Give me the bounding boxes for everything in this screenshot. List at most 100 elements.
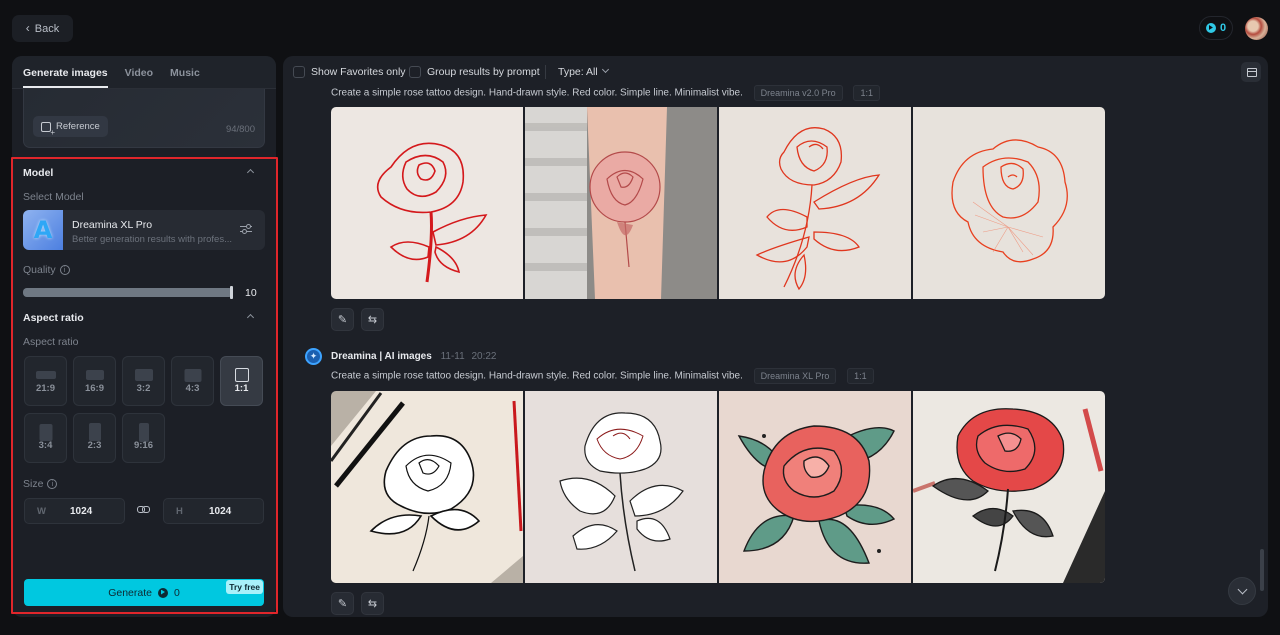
tab-music[interactable]: Music (170, 67, 200, 88)
chevron-down-icon (601, 65, 609, 74)
mode-tabs: Generate images Video Music (12, 56, 276, 89)
model-selector[interactable]: A Dreamina XL Pro Better generation resu… (23, 210, 265, 250)
generated-image[interactable] (719, 107, 911, 299)
credits-badge[interactable]: 0 (1199, 16, 1233, 40)
generation-date: 11-11 (440, 351, 465, 362)
quality-label: Quality (23, 264, 56, 276)
height-tag: H (176, 506, 183, 517)
generated-image[interactable] (719, 391, 911, 583)
tab-video[interactable]: Video (125, 67, 153, 88)
favorites-label[interactable]: Show Favorites only (311, 66, 406, 78)
aspect-ratio-label: 9:16 (133, 440, 153, 451)
aspect-ratio-option[interactable]: 9:16 (122, 413, 165, 463)
generated-image[interactable] (525, 391, 717, 583)
edit-prompt-button[interactable]: ✎ (331, 308, 354, 331)
aspect-ratio-label: 16:9 (84, 383, 104, 394)
quality-slider-fill (23, 288, 233, 297)
width-tag: W (37, 506, 46, 517)
back-button[interactable]: ‹ Back (12, 15, 73, 42)
folder-icon[interactable] (1241, 62, 1261, 82)
select-model-label: Select Model (23, 191, 84, 203)
aspect-shape-icon (138, 422, 149, 442)
aspect-ratio-label: 4:3 (185, 383, 200, 394)
width-input[interactable]: W 1024 (24, 498, 125, 524)
chevron-left-icon: ‹ (25, 20, 30, 35)
results-panel: Show Favorites only Group results by pro… (283, 56, 1268, 617)
scrollbar[interactable] (1260, 549, 1264, 591)
size-label-row: Size i (23, 478, 58, 490)
regenerate-button[interactable]: ⇆ (361, 592, 384, 615)
generated-image[interactable] (913, 107, 1105, 299)
generation-header: Dreamina | AI images 11-11 20:22 (331, 351, 497, 362)
aspect-shape-icon (35, 371, 56, 379)
aspect-ratio-label: 1:1 (234, 383, 249, 394)
model-name: Dreamina XL Pro (72, 219, 153, 231)
generation-time: 20:22 (471, 351, 497, 362)
generated-image[interactable] (331, 391, 523, 583)
link-icon[interactable] (137, 505, 150, 514)
chevron-up-icon[interactable] (246, 312, 255, 321)
type-filter-dropdown[interactable]: Type: All (558, 65, 609, 78)
aspect-ratio-option[interactable]: 3:4 (24, 413, 67, 463)
tab-generate-images[interactable]: Generate images (23, 67, 108, 88)
sliders-icon[interactable] (240, 223, 252, 235)
quality-label-row: Quality i (23, 264, 70, 276)
aspect-ratio-option[interactable]: 21:9 (24, 356, 67, 406)
quality-slider[interactable] (23, 286, 233, 299)
aspect-shape-icon (234, 368, 249, 382)
reference-button[interactable]: Reference (33, 116, 108, 137)
quality-value: 10 (245, 287, 257, 299)
user-avatar[interactable] (1245, 17, 1268, 40)
aspect-ratio-label: 21:9 (35, 383, 55, 394)
aspect-shape-icon (85, 370, 104, 380)
generated-image[interactable] (525, 107, 717, 299)
width-value: 1024 (70, 506, 93, 517)
prompt-text: Create a simple rose tattoo design. Hand… (331, 370, 743, 382)
model-chip: Dreamina XL Pro (753, 368, 837, 384)
aspect-ratio-label: 2:3 (87, 440, 102, 451)
quality-slider-handle[interactable] (230, 286, 233, 299)
ratio-chip: 1:1 (853, 85, 880, 101)
model-chip: Dreamina v2.0 Pro (753, 85, 843, 101)
edit-prompt-button[interactable]: ✎ (331, 592, 354, 615)
aspect-ratio-option[interactable]: 4:3 (171, 356, 214, 406)
model-description: Better generation results with profes... (72, 234, 232, 245)
size-label: Size (23, 478, 44, 490)
ratio-chip: 1:1 (847, 368, 874, 384)
type-filter-label: Type: All (558, 66, 598, 78)
image-grid (331, 391, 1105, 583)
generate-button[interactable]: Generate 0 Try free (24, 579, 264, 606)
repeat-icon: ⇆ (367, 598, 378, 610)
aspect-ratio-label: 3:4 (38, 440, 53, 451)
image-grid (331, 107, 1105, 299)
aspect-ratio-label: 3:2 (136, 383, 151, 394)
add-image-icon (41, 121, 55, 137)
back-label: Back (34, 22, 60, 35)
generate-label: Generate (108, 586, 152, 599)
info-icon[interactable]: i (59, 265, 70, 276)
generated-image[interactable] (331, 107, 523, 299)
chevron-up-icon[interactable] (246, 167, 255, 176)
char-count: 94/800 (225, 124, 255, 135)
info-icon[interactable]: i (47, 479, 58, 490)
group-checkbox[interactable] (409, 66, 421, 78)
group-label[interactable]: Group results by prompt (427, 66, 540, 78)
aspect-ratio-option[interactable]: 1:1 (220, 356, 263, 406)
generated-image[interactable] (913, 391, 1105, 583)
favorites-checkbox[interactable] (293, 66, 305, 78)
prompt-input[interactable]: Reference 94/800 (23, 89, 265, 148)
model-section-title: Model (23, 167, 54, 179)
reference-label: Reference (56, 121, 100, 132)
regenerate-button[interactable]: ⇆ (361, 308, 384, 331)
aspect-ratio-option[interactable]: 16:9 (73, 356, 116, 406)
aspect-shape-icon (88, 423, 101, 441)
credit-coin-icon (157, 587, 168, 598)
aspect-ratio-option[interactable]: 2:3 (73, 413, 116, 463)
aspect-shape-icon (39, 423, 52, 441)
credit-coin-icon (1205, 23, 1216, 33)
model-logo-icon: A (23, 210, 63, 250)
aspect-ratio-label: Aspect ratio (23, 336, 79, 348)
scroll-to-bottom-button[interactable] (1228, 577, 1256, 605)
height-input[interactable]: H 1024 (163, 498, 264, 524)
aspect-ratio-option[interactable]: 3:2 (122, 356, 165, 406)
